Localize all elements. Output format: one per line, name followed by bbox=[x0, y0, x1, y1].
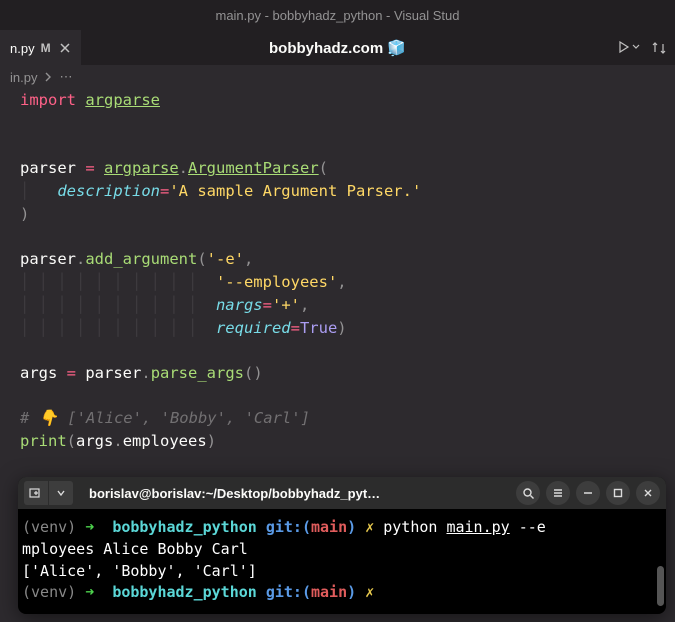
center-title: bobbyhadz.com 🧊 bbox=[269, 39, 406, 57]
terminal-window: borislav@borislav:~/Desktop/bobbyhadz_py… bbox=[18, 477, 666, 614]
close-icon[interactable] bbox=[57, 40, 73, 56]
chevron-down-icon[interactable] bbox=[49, 481, 73, 505]
close-icon[interactable] bbox=[636, 481, 660, 505]
terminal-titlebar[interactable]: borislav@borislav:~/Desktop/bobbyhadz_py… bbox=[18, 477, 666, 509]
search-icon[interactable] bbox=[516, 481, 540, 505]
breadcrumb-file: in.py bbox=[10, 70, 37, 85]
tab-label: n.py bbox=[10, 41, 35, 56]
chevron-right-icon bbox=[43, 72, 53, 82]
maximize-icon[interactable] bbox=[606, 481, 630, 505]
menu-icon[interactable] bbox=[546, 481, 570, 505]
minimize-icon[interactable] bbox=[576, 481, 600, 505]
scrollbar-thumb[interactable] bbox=[657, 566, 664, 606]
new-tab-icon[interactable] bbox=[24, 481, 48, 505]
window-title-bar: main.py - bobbyhadz_python - Visual Stud bbox=[0, 0, 675, 30]
git-compare-icon[interactable] bbox=[651, 40, 667, 56]
terminal-body[interactable]: (venv) ➜ bobbyhadz_python git:(main) ✗ p… bbox=[18, 509, 666, 614]
tab-modified-indicator: M bbox=[41, 41, 51, 55]
tab-main-py[interactable]: n.py M bbox=[0, 30, 81, 65]
breadcrumb-more: ⋯ bbox=[59, 69, 72, 85]
tab-bar: n.py M bobbyhadz.com 🧊 bbox=[0, 30, 675, 65]
run-icon[interactable] bbox=[619, 40, 641, 56]
window-title: main.py - bobbyhadz_python - Visual Stud bbox=[215, 8, 459, 23]
terminal-title: borislav@borislav:~/Desktop/bobbyhadz_py… bbox=[79, 486, 510, 501]
code-editor[interactable]: import argparse parser = argparse.Argume… bbox=[0, 89, 675, 463]
editor-actions bbox=[619, 40, 667, 56]
breadcrumb[interactable]: in.py ⋯ bbox=[0, 65, 675, 89]
